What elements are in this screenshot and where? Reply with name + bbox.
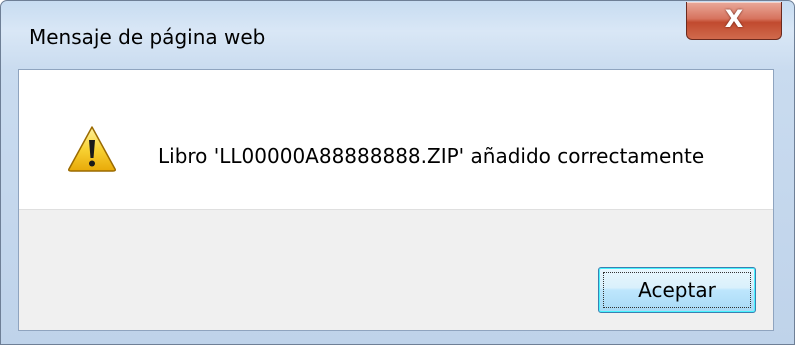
dialog-title: Mensaje de página web xyxy=(29,25,266,49)
title-bar[interactable]: Mensaje de página web X xyxy=(1,1,794,69)
close-button[interactable]: X xyxy=(686,2,782,40)
button-bar: Aceptar xyxy=(19,209,773,330)
message-dialog: Mensaje de página web X Libro 'LL00000A8… xyxy=(0,0,795,345)
message-area: Libro 'LL00000A88888888.ZIP' añadido cor… xyxy=(19,70,773,209)
accept-button[interactable]: Aceptar xyxy=(598,267,756,313)
dialog-content: Libro 'LL00000A88888888.ZIP' añadido cor… xyxy=(18,69,774,331)
warning-icon xyxy=(68,126,116,172)
accept-button-label: Aceptar xyxy=(638,278,716,302)
message-text: Libro 'LL00000A88888888.ZIP' añadido cor… xyxy=(158,144,705,168)
close-icon: X xyxy=(724,5,744,33)
